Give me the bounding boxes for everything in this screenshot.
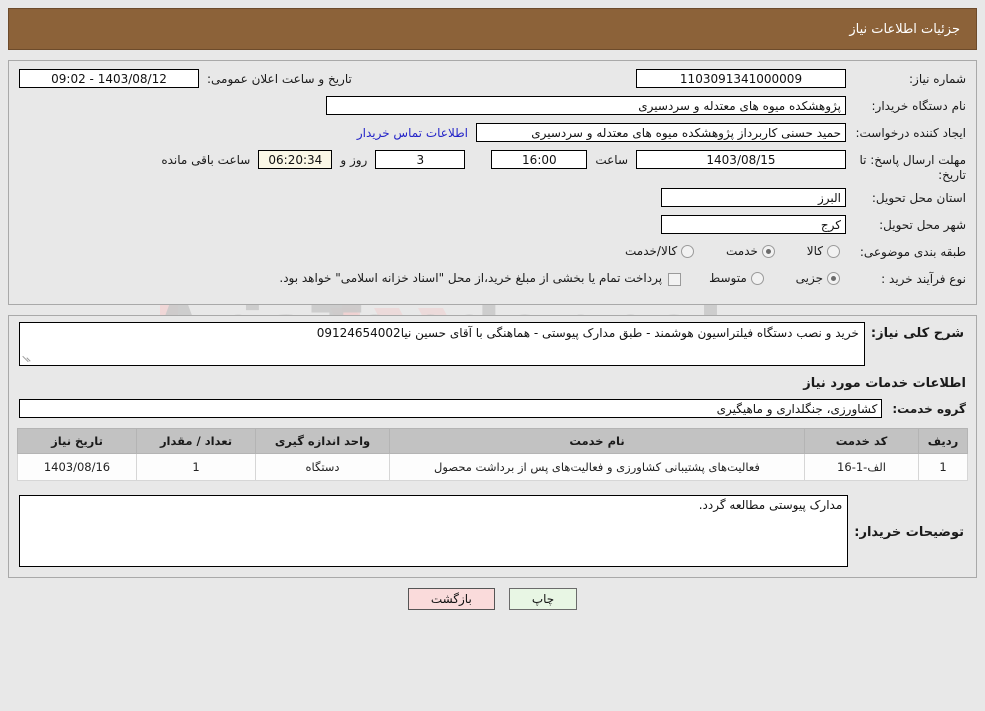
- row-category: طبقه بندی موضوعی: کالا خدمت کالا/خدمت: [19, 242, 966, 264]
- row-deadline: مهلت ارسال پاسخ: تا تاریخ: 1403/08/15 سا…: [19, 150, 966, 183]
- buyer-org-label: نام دستگاه خریدار:: [871, 99, 967, 113]
- buyer-contact-link[interactable]: اطلاعات تماس خریدار: [357, 123, 476, 140]
- service-group-label: گروه خدمت:: [892, 401, 966, 416]
- cell-service-code: الف-1-16: [804, 453, 919, 481]
- treasury-note: پرداخت تمام یا بخشی از مبلغ خرید،از محل …: [279, 271, 663, 285]
- need-number-label: شماره نیاز:: [909, 72, 966, 86]
- process-option-label-1: متوسط: [709, 271, 747, 285]
- items-table-wrap: ردیف کد خدمت نام خدمت واحد اندازه گیری ت…: [9, 426, 976, 491]
- category-option-label-0: کالا: [806, 244, 823, 258]
- col-quantity: تعداد / مقدار: [136, 428, 256, 454]
- city-label: شهر محل تحویل:: [879, 218, 966, 232]
- deadline-label: مهلت ارسال پاسخ: تا تاریخ:: [859, 153, 966, 182]
- public-announce-field: 1403/08/12 - 09:02: [19, 69, 199, 88]
- countdown-field: 06:20:34: [258, 150, 333, 169]
- remaining-days-label: روز و: [340, 153, 368, 167]
- public-announce-label: تاریخ و ساعت اعلان عمومی:: [207, 72, 352, 86]
- category-option-kala-khedmat[interactable]: کالا/خدمت: [625, 244, 700, 258]
- category-option-khedmat[interactable]: خدمت: [726, 244, 781, 258]
- radio-icon-kala-khedmat[interactable]: [681, 244, 695, 258]
- cell-unit: دستگاه: [255, 453, 390, 481]
- category-option-label-2: کالا/خدمت: [625, 244, 678, 258]
- radio-icon-jozii[interactable]: [827, 271, 840, 285]
- cell-quantity: 1: [136, 453, 256, 481]
- col-service-name: نام خدمت: [389, 428, 805, 454]
- row-buyer-notes: توضیحات خریدار: مدارک پیوستی مطالعه گردد…: [9, 491, 976, 577]
- remaining-days-field: 3: [375, 150, 466, 169]
- deadline-date-field: 1403/08/15: [636, 150, 846, 169]
- page-title: جزئیات اطلاعات نیاز: [849, 21, 960, 37]
- table-header-row: ردیف کد خدمت نام خدمت واحد اندازه گیری ت…: [17, 428, 968, 454]
- row-need-number: شماره نیاز: 1103091341000009 تاریخ و ساع…: [19, 69, 966, 91]
- province-field: البرز: [661, 188, 846, 207]
- radio-icon-motavaset[interactable]: [750, 271, 764, 285]
- deadline-time-field: 16:00: [491, 150, 588, 169]
- col-row-no: ردیف: [918, 428, 968, 454]
- service-group-field: کشاورزی، جنگلداری و ماهیگیری: [19, 399, 883, 418]
- row-service-group: گروه خدمت: کشاورزی، جنگلداری و ماهیگیری: [9, 393, 976, 426]
- row-description: شرح کلی نیاز: خرید و نصب دستگاه فیلتراسی…: [9, 316, 976, 368]
- cell-service-name: فعالیت‌های پشتیبانی کشاورزی و فعالیت‌های…: [389, 453, 805, 481]
- items-table: ردیف کد خدمت نام خدمت واحد اندازه گیری ت…: [17, 428, 968, 481]
- category-option-label-1: خدمت: [726, 244, 758, 258]
- cell-need-date: 1403/08/16: [17, 453, 137, 481]
- category-option-kala[interactable]: کالا: [807, 244, 846, 258]
- page-root: جزئیات اطلاعات نیاز شماره نیاز: 11030913…: [0, 8, 985, 622]
- requester-label: ایجاد کننده درخواست:: [855, 126, 966, 140]
- print-button[interactable]: چاپ: [508, 588, 578, 610]
- row-requester: ایجاد کننده درخواست: حمید حسنی کاربرداز …: [19, 123, 966, 145]
- category-label: طبقه بندی موضوعی:: [859, 245, 966, 259]
- buyer-notes-textarea[interactable]: مدارک پیوستی مطالعه گردد.: [19, 495, 849, 567]
- radio-icon-khedmat[interactable]: [761, 244, 775, 258]
- col-need-date: تاریخ نیاز: [17, 428, 137, 454]
- row-buyer-org: نام دستگاه خریدار: پژوهشکده میوه های معت…: [19, 96, 966, 118]
- radio-icon-kala[interactable]: [827, 244, 840, 258]
- treasury-checkbox[interactable]: [668, 273, 682, 286]
- resize-grip-icon[interactable]: [22, 354, 32, 364]
- buyer-notes-label: توضیحات خریدار:: [854, 525, 964, 540]
- description-textarea[interactable]: خرید و نصب دستگاه فیلتراسیون هوشمند - طب…: [19, 322, 865, 366]
- description-label: شرح کلی نیاز:: [870, 326, 964, 341]
- services-heading: اطلاعات خدمات مورد نیاز: [803, 376, 966, 391]
- col-unit: واحد اندازه گیری: [255, 428, 390, 454]
- province-label: استان محل تحویل:: [871, 191, 966, 205]
- need-info-panel: شماره نیاز: 1103091341000009 تاریخ و ساع…: [8, 60, 977, 305]
- process-option-jozii[interactable]: جزیی: [796, 271, 846, 285]
- row-city: شهر محل تحویل: کرج: [19, 215, 966, 237]
- process-option-motavaset[interactable]: متوسط: [709, 271, 770, 285]
- city-field: کرج: [661, 215, 846, 234]
- back-button[interactable]: بازگشت: [407, 588, 495, 610]
- remaining-hours-label: ساعت باقی مانده: [161, 153, 251, 167]
- details-panel: شرح کلی نیاز: خرید و نصب دستگاه فیلتراسی…: [8, 315, 977, 578]
- process-option-label-0: جزیی: [795, 271, 823, 285]
- table-row: 1 الف-1-16 فعالیت‌های پشتیبانی کشاورزی و…: [17, 453, 968, 481]
- footer-actions: چاپ بازگشت: [0, 578, 985, 622]
- deadline-time-label: ساعت: [595, 153, 628, 167]
- col-service-code: کد خدمت: [804, 428, 919, 454]
- page-title-bar: جزئیات اطلاعات نیاز: [8, 8, 977, 50]
- description-value: خرید و نصب دستگاه فیلتراسیون هوشمند - طب…: [316, 326, 859, 340]
- requester-field: حمید حسنی کاربرداز پژوهشکده میوه های معت…: [476, 123, 846, 142]
- buyer-org-field: پژوهشکده میوه های معتدله و سردسیری: [326, 96, 846, 115]
- need-number-field: 1103091341000009: [636, 69, 846, 88]
- process-label: نوع فرآیند خرید :: [881, 272, 966, 286]
- row-process-type: نوع فرآیند خرید : جزیی متوسط پرداخت تمام…: [19, 269, 966, 291]
- cell-row-no: 1: [918, 453, 968, 481]
- row-province: استان محل تحویل: البرز: [19, 188, 966, 210]
- buyer-notes-value: مدارک پیوستی مطالعه گردد.: [698, 498, 843, 512]
